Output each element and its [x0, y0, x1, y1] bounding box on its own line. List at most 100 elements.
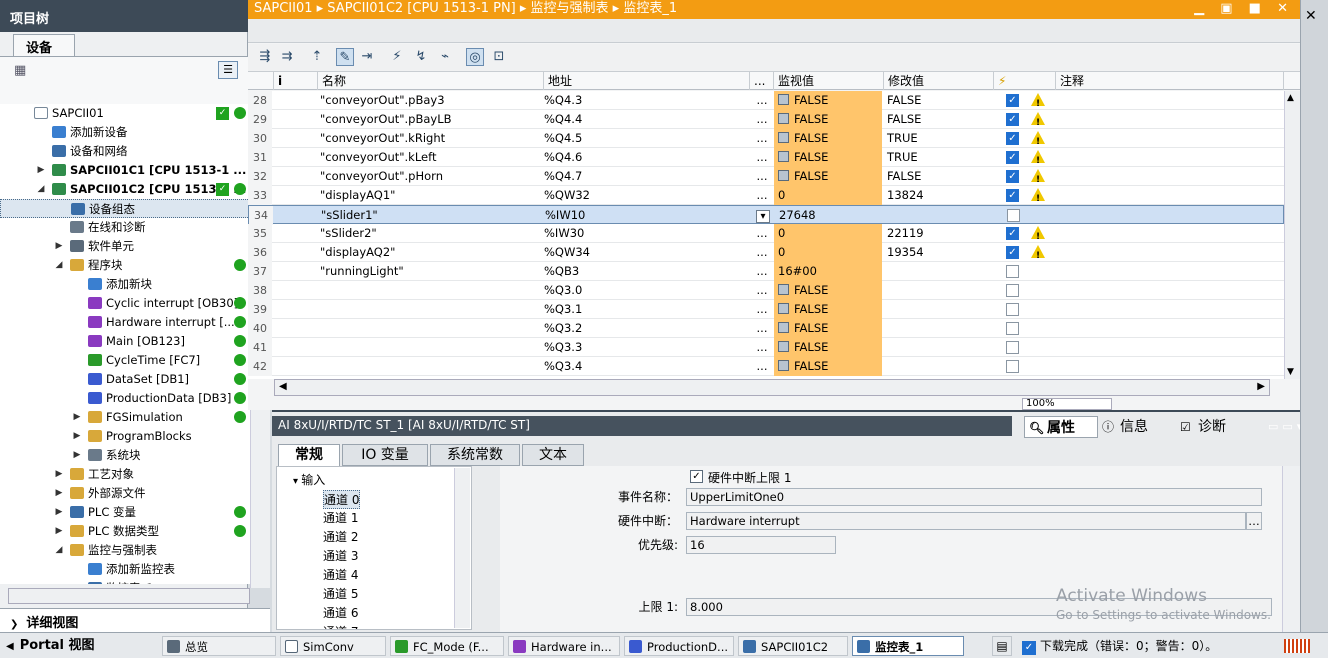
scroll-right-icon[interactable]: ▶	[1257, 381, 1265, 392]
tab-properties[interactable]: 🔍︎ 属性	[1024, 416, 1098, 438]
display-format-cell[interactable]: ...	[750, 224, 774, 243]
modify-checkbox[interactable]: ✓	[1006, 227, 1019, 240]
modify-value-cell[interactable]	[884, 357, 994, 376]
tag-name-cell[interactable]	[320, 281, 544, 300]
task-item[interactable]: SAPCII01C2	[738, 636, 848, 656]
modify-checkbox[interactable]: ✓	[1006, 94, 1019, 107]
display-format-cell[interactable]: ...	[750, 300, 774, 319]
display-format-cell[interactable]: ▾	[751, 206, 775, 225]
tree-item[interactable]: ▶ 外部源文件	[0, 484, 250, 503]
address-cell[interactable]: %IW30	[544, 224, 750, 243]
tree-item[interactable]: 设备组态	[0, 199, 250, 218]
tree-item[interactable]: ◢ 程序块	[0, 256, 250, 275]
modify-checkbox[interactable]	[1006, 303, 1019, 316]
display-format-cell[interactable]: ...	[750, 338, 774, 357]
portal-view-button[interactable]: ◀ Portal 视图	[6, 636, 95, 656]
tree-item[interactable]: ▶ ProgramBlocks	[0, 427, 250, 446]
tag-name-cell[interactable]: "runningLight"	[320, 262, 544, 281]
col-address[interactable]: 地址	[544, 72, 750, 90]
tree-horizontal-scrollbar[interactable]	[8, 588, 250, 604]
address-cell[interactable]: %Q4.4	[544, 110, 750, 129]
tree-expander-icon[interactable]: ▶	[72, 427, 82, 446]
tree-item[interactable]: 添加新设备	[0, 123, 250, 142]
tag-name-cell[interactable]: "sSlider1"	[321, 206, 545, 225]
scroll-down-icon[interactable]: ▼	[1287, 367, 1294, 377]
tree-item[interactable]: ▶ 系统块	[0, 446, 250, 465]
col-flash-icon[interactable]: ⚡	[994, 72, 1056, 90]
task-item[interactable]: 监控表_1	[852, 636, 964, 656]
display-format-cell[interactable]: ...	[750, 262, 774, 281]
tree-item[interactable]: ProductionData [DB3]	[0, 389, 250, 408]
nav-channel[interactable]: 通道 3	[323, 547, 358, 566]
tree-item[interactable]: 添加新监控表	[0, 560, 250, 579]
tree-item[interactable]: Main [OB123]	[0, 332, 250, 351]
display-format-cell[interactable]: ...	[750, 148, 774, 167]
nav-scrollbar[interactable]	[454, 468, 470, 628]
display-format-cell[interactable]: ...	[750, 243, 774, 262]
table-row[interactable]: 35 "sSlider2" %IW30... 0 22119 ✓!	[248, 224, 1284, 243]
table-row[interactable]: 28 "conveyorOut".pBay3 %Q4.3... FALSE FALSE ✓…	[248, 91, 1284, 110]
modify-value-cell[interactable]	[884, 338, 994, 357]
table-row[interactable]: 36 "displayAQ2" %QW34... 0 19354 ✓!	[248, 243, 1284, 262]
col-display-format[interactable]: ...	[750, 72, 774, 90]
tag-name-cell[interactable]: "conveyorOut".kLeft	[320, 148, 544, 167]
task-item[interactable]: FC_Mode (F...	[390, 636, 504, 656]
tag-name-cell[interactable]: "conveyorOut".pHorn	[320, 167, 544, 186]
monitor-glasses-icon[interactable]: ◎	[466, 48, 484, 66]
col-comment[interactable]: 注释	[1056, 72, 1284, 90]
modify-checkbox[interactable]: ✓	[1006, 189, 1019, 202]
tree-item[interactable]: 监控表_1	[0, 579, 250, 584]
nav-channel[interactable]: 通道 2	[323, 528, 358, 547]
modify-checkbox[interactable]	[1006, 341, 1019, 354]
nav-channel[interactable]: 通道 4	[323, 566, 358, 585]
table-row[interactable]: 38 %Q3.0... FALSE	[248, 281, 1284, 300]
address-cell[interactable]: %Q3.1	[544, 300, 750, 319]
address-cell[interactable]: %QB3	[544, 262, 750, 281]
task-item[interactable]: SimConv	[280, 636, 386, 656]
col-monitor-value[interactable]: 监视值	[774, 72, 884, 90]
modify-checkbox[interactable]	[1007, 209, 1020, 222]
address-cell[interactable]: %IW10	[545, 206, 751, 225]
nav-channel[interactable]: 通道 5	[323, 585, 358, 604]
modify-value-cell[interactable]	[884, 300, 994, 319]
display-format-cell[interactable]: ...	[750, 319, 774, 338]
tree-item[interactable]: 设备和网络	[0, 142, 250, 161]
modify-checkbox[interactable]	[1006, 265, 1019, 278]
insert-row-icon[interactable]: ⇶	[256, 48, 274, 66]
modify-checkbox[interactable]: ✓	[1006, 246, 1019, 259]
tree-expander-icon[interactable]: ▶	[72, 408, 82, 427]
list-view-icon[interactable]: ☰	[218, 61, 238, 79]
subtab-io-tags[interactable]: IO 变量	[342, 444, 428, 466]
tree-item[interactable]: SAPCII01 ✓	[0, 104, 250, 123]
tree-item[interactable]: CycleTime [FC7]	[0, 351, 250, 370]
nav-input-group[interactable]: ▾ 输入	[293, 471, 325, 490]
modify-value-cell[interactable]	[884, 262, 994, 281]
tag-name-cell[interactable]: "conveyorOut".kRight	[320, 129, 544, 148]
subtab-texts[interactable]: 文本	[522, 444, 584, 466]
tag-name-cell[interactable]: "conveyorOut".pBayLB	[320, 110, 544, 129]
modify-checkbox[interactable]: ✓	[1006, 132, 1019, 145]
tag-name-cell[interactable]	[320, 357, 544, 376]
tab-devices[interactable]: 设备	[13, 34, 75, 56]
tree-expander-icon[interactable]: ◢	[54, 256, 64, 275]
subtab-system-constants[interactable]: 系统常数	[430, 444, 520, 466]
tag-name-cell[interactable]	[320, 300, 544, 319]
close-icon[interactable]: ✕	[1305, 8, 1317, 24]
table-row[interactable]: 39 %Q3.1... FALSE	[248, 300, 1284, 319]
tree-item[interactable]: DataSet [DB1]	[0, 370, 250, 389]
tree-expander-icon[interactable]: ▶	[54, 484, 64, 503]
tag-name-cell[interactable]	[320, 338, 544, 357]
tree-item[interactable]: ◢ SAPCII01C2 [CPU 1513-1 ... ✓	[0, 180, 250, 199]
table-row[interactable]: 34 "sSlider1" %IW10 ▾ 27648	[248, 205, 1284, 225]
tree-expander-icon[interactable]: ▶	[54, 237, 64, 256]
modify-checkbox[interactable]	[1006, 360, 1019, 373]
table-row[interactable]: 41 %Q3.3... FALSE	[248, 338, 1284, 357]
display-format-cell[interactable]: ...	[750, 110, 774, 129]
tree-expander-icon[interactable]: ◢	[36, 180, 46, 199]
table-row[interactable]: 40 %Q3.2... FALSE	[248, 319, 1284, 338]
table-row[interactable]: 37 "runningLight" %QB3... 16#00	[248, 262, 1284, 281]
release-icon[interactable]: ⌁	[436, 48, 454, 66]
properties-scrollbar[interactable]	[1282, 466, 1300, 634]
show-columns-icon[interactable]: ⊡	[490, 48, 508, 66]
hw-interrupt-field[interactable]: Hardware interrupt	[686, 512, 1246, 530]
